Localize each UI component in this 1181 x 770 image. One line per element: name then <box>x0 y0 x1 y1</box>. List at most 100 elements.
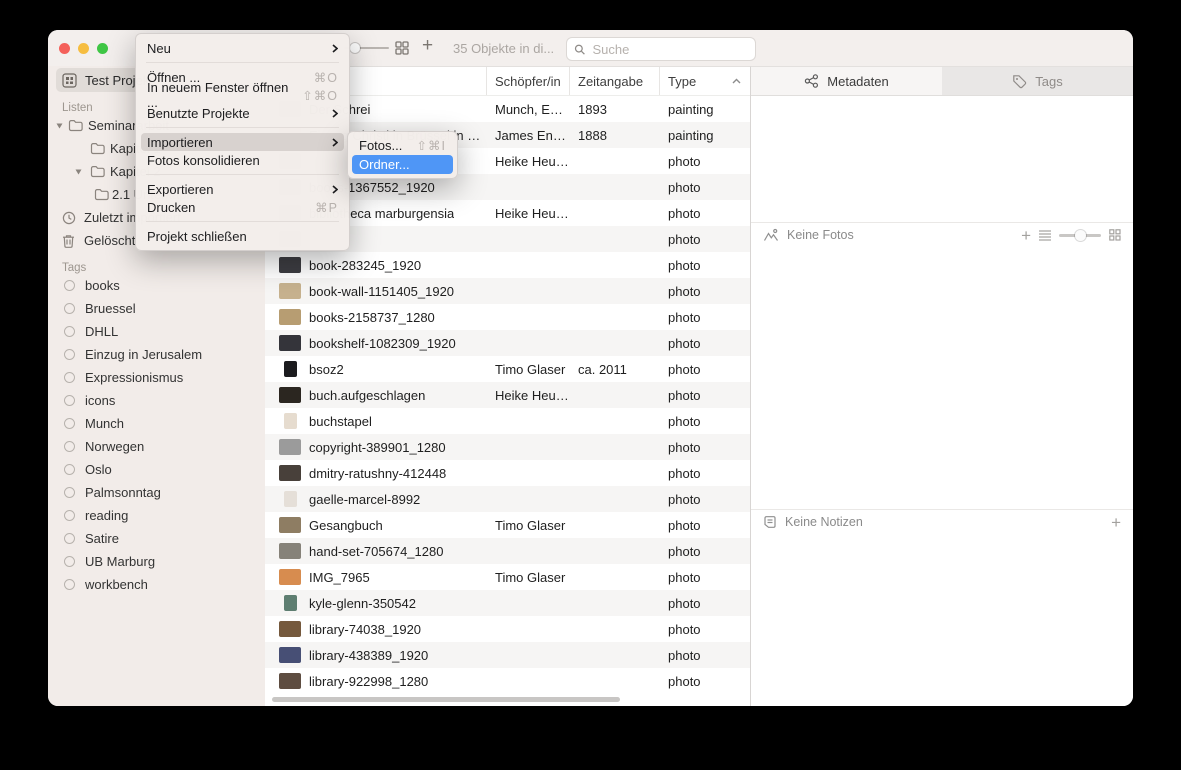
chevron-right-icon <box>332 138 338 147</box>
row-type: photo <box>660 258 750 273</box>
zoom-button[interactable] <box>97 43 108 54</box>
row-name: bsoz2 <box>309 362 344 377</box>
table-row[interactable]: book-wall-1151405_1920 photo <box>265 278 750 304</box>
disclosure-triangle-icon[interactable] <box>76 169 82 174</box>
table-row[interactable]: library-922998_1280 photo <box>265 668 750 694</box>
list-view-button[interactable] <box>1039 230 1051 241</box>
sidebar-tag[interactable]: Palmsonntag <box>48 481 265 504</box>
table-row[interactable]: library-74038_1920 photo <box>265 616 750 642</box>
search-field[interactable] <box>566 37 756 61</box>
column-header-type[interactable]: Type <box>660 67 750 95</box>
chevron-right-icon <box>332 109 338 118</box>
sidebar-tag[interactable]: Munch <box>48 412 265 435</box>
menu-label: Exportieren <box>147 182 213 197</box>
note-icon <box>763 515 777 529</box>
menu-shortcut: ⌘P <box>315 200 338 215</box>
disclosure-triangle-icon[interactable] <box>57 123 63 128</box>
table-row[interactable]: book-283245_1920 photo <box>265 252 750 278</box>
tag-circle-icon <box>64 441 75 452</box>
sidebar-tag[interactable]: DHLL <box>48 320 265 343</box>
tag-label: UB Marburg <box>85 554 155 569</box>
menu-item-projekt-schliessen[interactable]: Projekt schließen <box>141 227 344 245</box>
submenu-item-fotos[interactable]: Fotos... ⇧⌘I <box>352 136 453 155</box>
menu-item-drucken[interactable]: Drucken ⌘P <box>141 198 344 216</box>
tag-label: reading <box>85 508 128 523</box>
column-header-date[interactable]: Zeitangabe <box>570 67 660 95</box>
slider-knob[interactable] <box>350 43 360 53</box>
thumbnail-size-slider[interactable] <box>344 47 389 49</box>
close-button[interactable] <box>59 43 70 54</box>
row-name: gaelle-marcel-8992 <box>309 492 420 507</box>
row-name: buch.aufgeschlagen <box>309 388 425 403</box>
column-header-creator[interactable]: Schöpfer/in <box>487 67 570 95</box>
table-row[interactable]: kyle-glenn-350542 photo <box>265 590 750 616</box>
sidebar-tag[interactable]: UB Marburg <box>48 550 265 573</box>
row-date: ca. 2011 <box>570 362 660 377</box>
table-row[interactable]: bookshelf-1082309_1920 photo <box>265 330 750 356</box>
row-name: bookshelf-1082309_1920 <box>309 336 456 351</box>
table-row[interactable]: IMG_7965 Timo Glaser photo <box>265 564 750 590</box>
sidebar-tag[interactable]: books <box>48 274 265 297</box>
sidebar-tag[interactable]: reading <box>48 504 265 527</box>
table-row[interactable]: buchstapel photo <box>265 408 750 434</box>
table-row[interactable]: bsoz2 Timo Glaser ca. 2011 photo <box>265 356 750 382</box>
clock-icon <box>62 211 76 225</box>
tag-circle-icon <box>64 326 75 337</box>
table-row[interactable]: copyright-389901_1280 photo <box>265 434 750 460</box>
thumbnail <box>279 309 301 325</box>
horizontal-scrollbar[interactable] <box>272 697 620 702</box>
thumbnail <box>279 465 301 481</box>
grid-view-button[interactable] <box>1109 229 1121 241</box>
app-window: + 35 Objekte in di... Test Projekt Liste… <box>48 30 1133 706</box>
row-type: photo <box>660 544 750 559</box>
grid-icon <box>1109 229 1121 241</box>
table-row[interactable]: library-438389_1920 photo <box>265 642 750 668</box>
table-row[interactable]: dmitry-ratushny-412448 photo <box>265 460 750 486</box>
sidebar-tag[interactable]: Einzug in Jerusalem <box>48 343 265 366</box>
menu-item-fotos-konsolidieren[interactable]: Fotos konsolidieren <box>141 151 344 169</box>
tab-tags[interactable]: Tags <box>942 67 1133 95</box>
table-row[interactable]: Gesangbuch Timo Glaser photo <box>265 512 750 538</box>
grid-view-button[interactable] <box>395 41 409 55</box>
sidebar-tag[interactable]: workbench <box>48 573 265 596</box>
tab-metadaten[interactable]: Metadaten <box>751 67 942 95</box>
sidebar-tag[interactable]: Satire <box>48 527 265 550</box>
row-type: photo <box>660 674 750 689</box>
add-photo-button[interactable]: + <box>1021 227 1031 244</box>
add-button[interactable]: + <box>422 35 433 57</box>
table-row[interactable]: hand-set-705674_1280 photo <box>265 538 750 564</box>
minimize-button[interactable] <box>78 43 89 54</box>
menu-item-importieren[interactable]: Importieren <box>141 133 344 151</box>
row-name: book-wall-1151405_1920 <box>309 284 454 299</box>
row-type: photo <box>660 492 750 507</box>
photo-size-slider[interactable] <box>1059 234 1101 237</box>
sidebar-tag[interactable]: Oslo <box>48 458 265 481</box>
menu-item-neu[interactable]: Neu <box>141 39 344 57</box>
menu-item-exportieren[interactable]: Exportieren <box>141 180 344 198</box>
menu-item-in-neuem-fenster[interactable]: In neuem Fenster öffnen ... ⇧⌘O <box>141 86 344 104</box>
sidebar-tag[interactable]: Bruessel <box>48 297 265 320</box>
thumbnail <box>279 361 301 377</box>
menu-item-benutzte-projekte[interactable]: Benutzte Projekte <box>141 104 344 122</box>
tag-circle-icon <box>64 464 75 475</box>
submenu-item-ordner[interactable]: Ordner... <box>352 155 453 174</box>
project-menu: Neu Öffnen ... ⌘O In neuem Fenster öffne… <box>135 33 350 251</box>
sidebar-tag[interactable]: Expressionismus <box>48 366 265 389</box>
tag-circle-icon <box>64 349 75 360</box>
trash-icon <box>62 234 75 248</box>
search-input[interactable] <box>590 41 748 58</box>
traffic-lights <box>59 43 108 54</box>
screen: + 35 Objekte in di... Test Projekt Liste… <box>0 0 1181 770</box>
add-note-button[interactable]: + <box>1111 514 1121 531</box>
thumbnail <box>279 283 301 299</box>
sidebar-tag[interactable]: Norwegen <box>48 435 265 458</box>
thumbnail <box>279 595 301 611</box>
row-name: books-2158737_1280 <box>309 310 435 325</box>
sidebar-tag[interactable]: icons <box>48 389 265 412</box>
slider-knob[interactable] <box>1075 230 1086 241</box>
tag-label: Bruessel <box>85 301 136 316</box>
table-row[interactable]: books-2158737_1280 photo <box>265 304 750 330</box>
table-row[interactable]: buch.aufgeschlagen Heike Heuser photo <box>265 382 750 408</box>
row-type: photo <box>660 596 750 611</box>
table-row[interactable]: gaelle-marcel-8992 photo <box>265 486 750 512</box>
